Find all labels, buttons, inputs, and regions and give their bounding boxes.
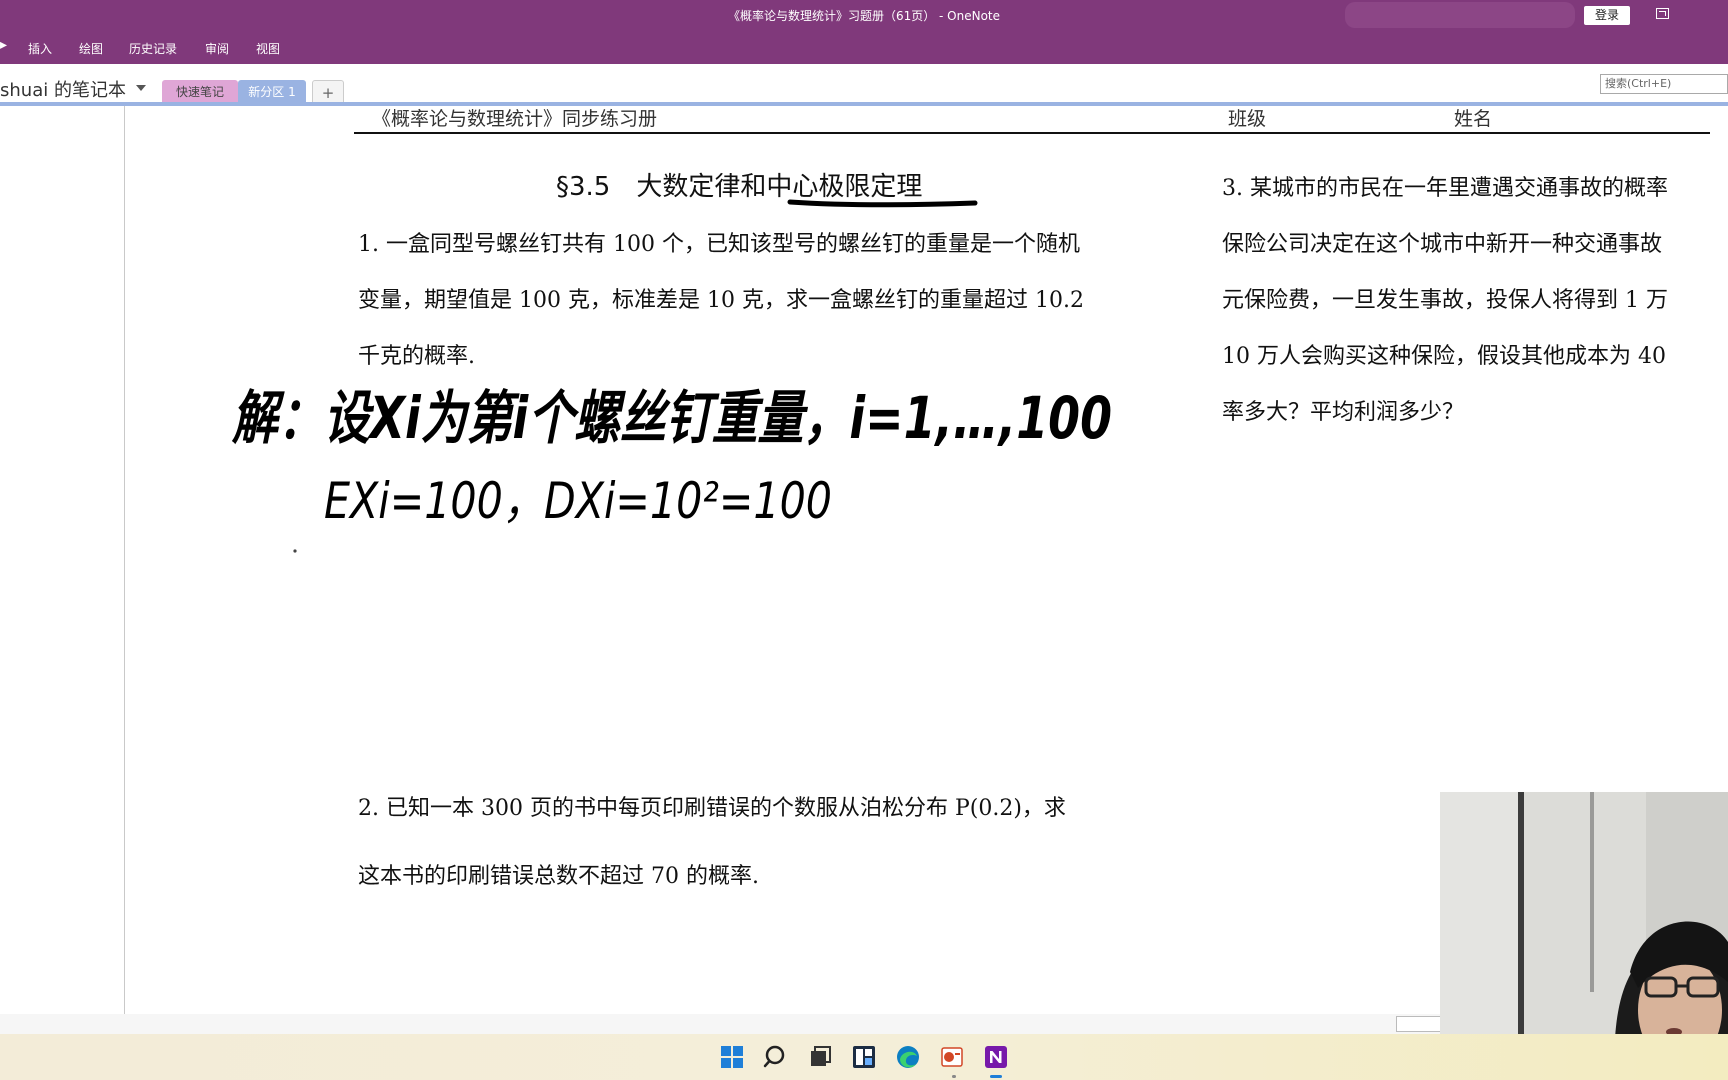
powerpoint-icon[interactable] bbox=[938, 1043, 966, 1071]
taskbar bbox=[0, 1034, 1728, 1080]
search-icon[interactable] bbox=[762, 1043, 790, 1071]
onenote-icon[interactable] bbox=[982, 1043, 1010, 1071]
ink-underline bbox=[787, 199, 978, 208]
running-indicator bbox=[952, 1075, 956, 1078]
widgets-icon[interactable] bbox=[850, 1043, 878, 1071]
handwriting-line2: EXi=100，DXi=10²=100 bbox=[324, 472, 832, 530]
scroll-thumb[interactable] bbox=[1396, 1016, 1444, 1032]
task-view-icon[interactable] bbox=[806, 1043, 834, 1071]
edge-browser-icon[interactable] bbox=[894, 1043, 922, 1071]
handwriting-line1: 解：设Xi为第i个螺丝钉重量，i=1,…,100 bbox=[231, 384, 1112, 452]
ink-dot bbox=[293, 549, 297, 553]
windows-start-icon[interactable] bbox=[718, 1043, 746, 1071]
active-app-indicator bbox=[990, 1075, 1002, 1078]
